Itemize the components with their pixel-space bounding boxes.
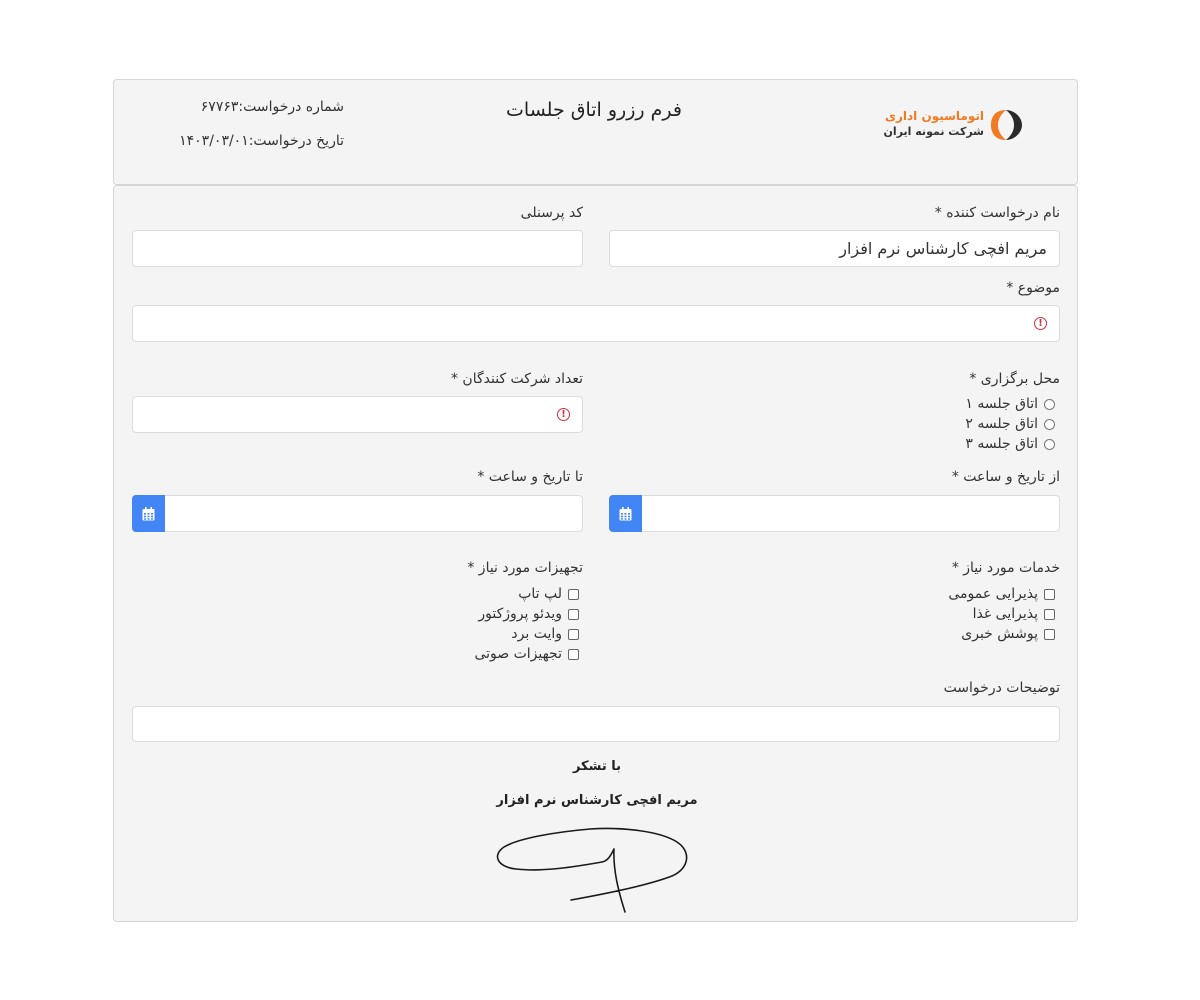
request-number: شماره درخواست:۶۷۷۶۳ — [200, 99, 344, 115]
equipment-option-projector[interactable]: ویدئو پروژکتور — [478, 606, 579, 622]
radio-button[interactable] — [1044, 398, 1055, 410]
equipment-option-label: تجهیزات صوتی — [474, 646, 562, 662]
checkbox[interactable] — [568, 608, 579, 620]
company-logo: اتوماسیون اداری شرکت نمونه ایران — [884, 107, 1026, 143]
description-label: توضیحات درخواست — [943, 680, 1060, 696]
checkbox[interactable] — [1044, 588, 1055, 600]
participants-label: تعداد شرکت کنندگان * — [450, 371, 583, 387]
signer-name: مریم افچی کارشناس نرم افزار — [496, 793, 698, 808]
checkbox[interactable] — [1044, 608, 1055, 620]
checkbox[interactable] — [568, 588, 579, 600]
checkbox[interactable] — [568, 648, 579, 660]
services-label: خدمات مورد نیاز * — [951, 560, 1060, 576]
to-calendar-button[interactable] — [132, 495, 165, 532]
exclamation-circle-icon: ! — [557, 408, 570, 421]
checkbox[interactable] — [1044, 628, 1055, 640]
subject-input[interactable] — [132, 305, 1060, 342]
form-body: نام درخواست کننده * کد پرسنلی موضوع * ! … — [113, 185, 1078, 922]
radio-button[interactable] — [1044, 418, 1055, 430]
service-option-news-coverage[interactable]: پوشش خبری — [961, 626, 1055, 642]
logo-line2: شرکت نمونه ایران — [883, 125, 984, 138]
service-option-label: پذیرایی غذا — [972, 606, 1038, 622]
location-option-1[interactable]: اتاق جلسه ۱ — [965, 396, 1055, 412]
subject-label: موضوع * — [1006, 280, 1060, 296]
equipment-label: تجهیزات مورد نیاز * — [467, 560, 583, 576]
service-option-label: پوشش خبری — [961, 626, 1038, 642]
exclamation-circle-icon: ! — [1034, 317, 1047, 330]
to-datetime-label: تا تاریخ و ساعت * — [477, 469, 583, 485]
location-option-3[interactable]: اتاق جلسه ۳ — [965, 436, 1055, 452]
from-datetime-input[interactable] — [609, 495, 1060, 532]
page-title: فرم رزرو اتاق جلسات — [506, 99, 682, 121]
participants-input[interactable] — [132, 396, 583, 433]
from-calendar-button[interactable] — [609, 495, 642, 532]
calendar-icon — [142, 506, 155, 520]
checkbox[interactable] — [568, 628, 579, 640]
logo-mark-icon — [991, 110, 1022, 140]
service-option-general-catering[interactable]: پذیرایی عمومی — [948, 586, 1055, 602]
signature-image — [496, 827, 688, 913]
equipment-option-laptop[interactable]: لپ تاپ — [518, 586, 579, 602]
equipment-option-label: وایت برد — [511, 626, 562, 642]
equipment-option-label: لپ تاپ — [518, 586, 562, 602]
equipment-option-whiteboard[interactable]: وایت برد — [511, 626, 579, 642]
personnel-code-input[interactable] — [132, 230, 583, 267]
location-label: محل برگزاری * — [969, 371, 1060, 387]
personnel-code-label: کد پرسنلی — [520, 205, 583, 221]
requester-name-input[interactable] — [609, 230, 1060, 267]
request-date: تاریخ درخواست:۱۴۰۳/۰۳/۰۱ — [179, 133, 344, 149]
service-option-food-catering[interactable]: پذیرایی غذا — [973, 606, 1055, 622]
location-option-label: اتاق جلسه ۲ — [965, 416, 1038, 432]
location-option-label: اتاق جلسه ۳ — [965, 436, 1038, 452]
description-input[interactable] — [132, 706, 1060, 742]
location-option-2[interactable]: اتاق جلسه ۲ — [965, 416, 1055, 432]
equipment-option-label: ویدئو پروژکتور — [478, 606, 562, 622]
service-option-label: پذیرایی عمومی — [948, 586, 1038, 602]
radio-button[interactable] — [1044, 438, 1055, 450]
thanks-text: با تشکر — [572, 759, 622, 774]
requester-name-label: نام درخواست کننده * — [934, 205, 1060, 221]
calendar-icon — [619, 506, 632, 520]
to-datetime-input[interactable] — [132, 495, 583, 532]
logo-line1: اتوماسیون اداری — [884, 109, 984, 123]
from-datetime-label: از تاریخ و ساعت * — [951, 469, 1060, 485]
equipment-option-audio[interactable]: تجهیزات صوتی — [474, 646, 579, 662]
location-option-label: اتاق جلسه ۱ — [965, 396, 1038, 412]
form-header: شماره درخواست:۶۷۷۶۳ تاریخ درخواست:۱۴۰۳/۰… — [113, 79, 1078, 185]
